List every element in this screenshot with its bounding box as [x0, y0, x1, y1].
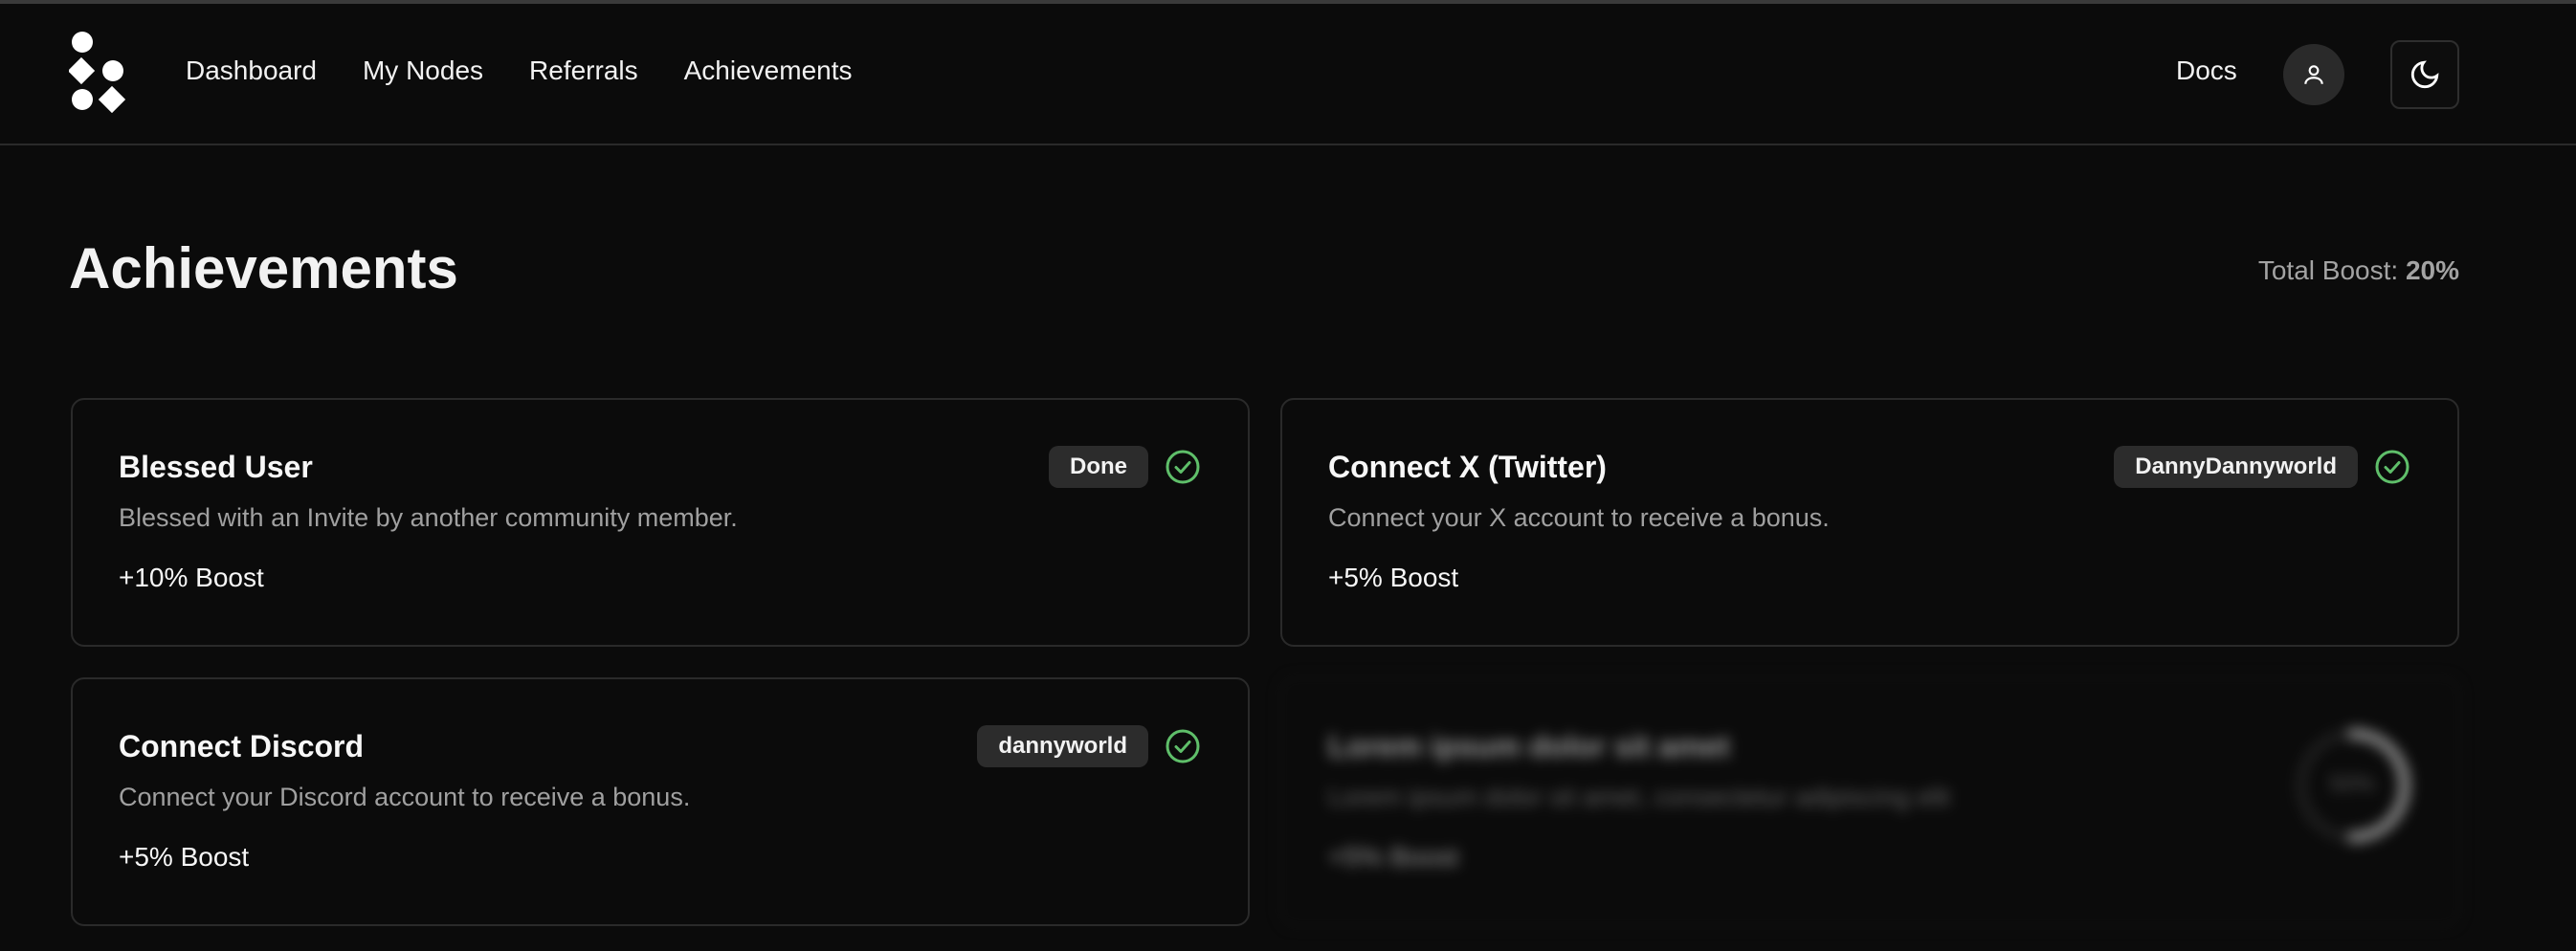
- nav-referrals[interactable]: Referrals: [529, 55, 638, 86]
- user-icon: [2304, 65, 2323, 84]
- card-description: Lorem ipsum dolor sit amet, consectetur …: [1328, 783, 1950, 811]
- achievement-card-locked: Lorem ipsum dolor sit amet Lorem ipsum d…: [1280, 677, 2459, 926]
- card-title: Blessed User: [119, 450, 313, 484]
- check-circle-icon: [1166, 450, 1200, 484]
- card-boost: +5% Boost: [1328, 563, 1459, 592]
- moon-icon: [2410, 60, 2439, 89]
- main-nav: Dashboard My Nodes Referrals Achievement…: [186, 55, 853, 86]
- check-circle-icon: [1166, 729, 1200, 763]
- total-boost-value: 20%: [2405, 255, 2459, 285]
- total-boost: Total Boost: 20%: [2258, 255, 2459, 286]
- top-navbar: Dashboard My Nodes Referrals Achievement…: [0, 4, 2576, 145]
- card-boost: +5% Boost: [119, 842, 250, 872]
- card-description: Blessed with an Invite by another commun…: [119, 503, 738, 532]
- card-boost: +5% Boost: [1328, 842, 1459, 872]
- user-menu-button[interactable]: [2283, 44, 2344, 105]
- page-title: Achievements: [69, 236, 458, 300]
- card-title: Lorem ipsum dolor sit amet: [1328, 729, 1730, 763]
- progress-label: 50%: [2328, 771, 2376, 797]
- card-description: Connect your Discord account to receive …: [119, 783, 691, 811]
- nav-my-nodes[interactable]: My Nodes: [363, 55, 483, 86]
- achievement-card-connect-x: Connect X (Twitter) Connect your X accou…: [1280, 398, 2459, 647]
- nav-dashboard[interactable]: Dashboard: [186, 55, 317, 86]
- docs-link[interactable]: Docs: [2176, 55, 2237, 86]
- card-boost: +10% Boost: [119, 563, 264, 592]
- username-badge: dannyworld: [977, 725, 1148, 767]
- total-boost-label: Total Boost:: [2257, 255, 2399, 285]
- card-description: Connect your X account to receive a bonu…: [1328, 503, 1830, 532]
- logo-icon[interactable]: [69, 31, 126, 113]
- check-circle-icon: [2375, 450, 2409, 484]
- card-title: Connect Discord: [119, 729, 365, 763]
- username-badge: DannyDannyworld: [2114, 446, 2358, 488]
- theme-toggle-button[interactable]: [2390, 40, 2459, 109]
- nav-achievements[interactable]: Achievements: [684, 55, 853, 86]
- achievement-card-connect-discord: Connect Discord Connect your Discord acc…: [71, 677, 1250, 926]
- achievement-card-blessed-user: Blessed User Blessed with an Invite by a…: [71, 398, 1250, 647]
- status-badge: Done: [1049, 446, 1148, 488]
- card-title: Connect X (Twitter): [1328, 450, 1607, 484]
